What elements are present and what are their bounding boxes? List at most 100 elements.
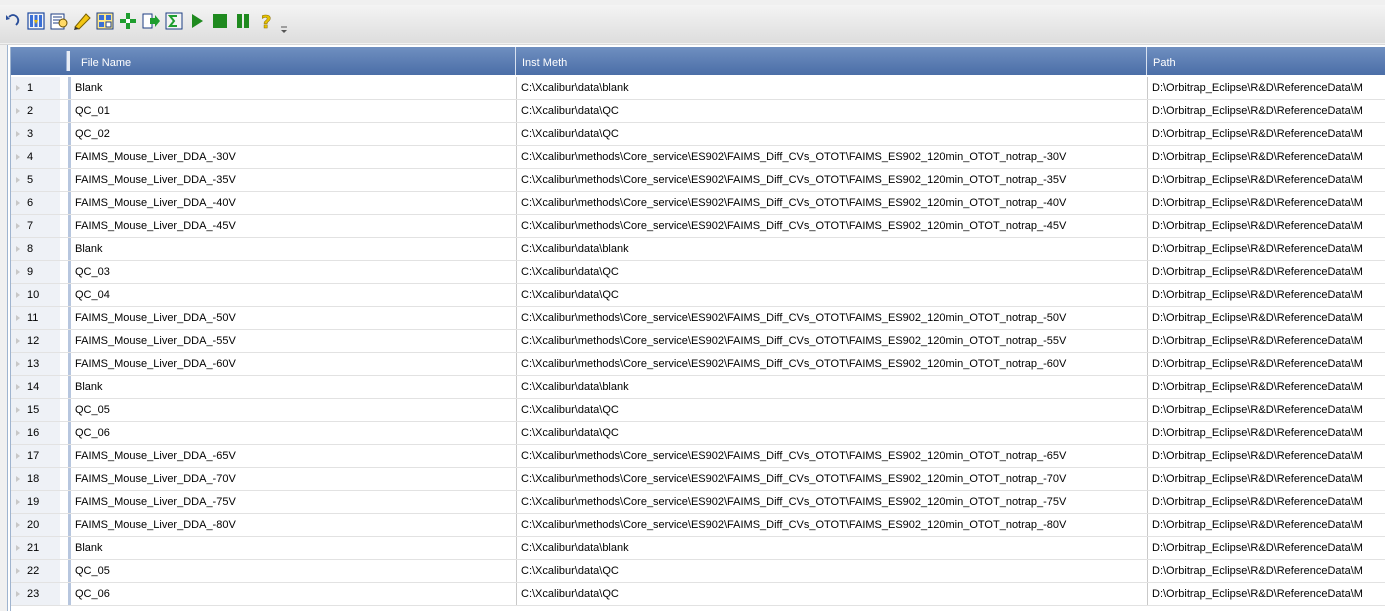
file-name-cell[interactable]: FAIMS_Mouse_Liver_DDA_-65V bbox=[75, 445, 507, 467]
row-number-cell[interactable]: 17 bbox=[11, 445, 61, 467]
inst-meth-cell[interactable]: C:\Xcalibur\data\QC bbox=[516, 422, 1147, 444]
row-number-cell[interactable]: 7 bbox=[11, 215, 61, 237]
table-row[interactable]: 3 QC_02 C:\Xcalibur\data\QC D:\Orbitrap_… bbox=[11, 123, 1385, 146]
file-name-cell[interactable]: FAIMS_Mouse_Liver_DDA_-50V bbox=[75, 307, 507, 329]
inst-meth-cell[interactable]: C:\Xcalibur\methods\Core_service\ES902\F… bbox=[516, 491, 1147, 513]
row-number-cell[interactable]: 20 bbox=[11, 514, 61, 536]
pause-icon[interactable] bbox=[232, 10, 254, 32]
inst-meth-cell[interactable]: C:\Xcalibur\methods\Core_service\ES902\F… bbox=[516, 192, 1147, 214]
undo-icon[interactable] bbox=[2, 10, 24, 32]
inst-meth-cell[interactable]: C:\Xcalibur\methods\Core_service\ES902\F… bbox=[516, 215, 1147, 237]
inst-meth-cell[interactable]: C:\Xcalibur\methods\Core_service\ES902\F… bbox=[516, 330, 1147, 352]
inst-meth-cell[interactable]: C:\Xcalibur\data\QC bbox=[516, 284, 1147, 306]
path-cell[interactable]: D:\Orbitrap_Eclipse\R&D\ReferenceData\M bbox=[1147, 468, 1385, 490]
row-number-cell[interactable]: 13 bbox=[11, 353, 61, 375]
path-cell[interactable]: D:\Orbitrap_Eclipse\R&D\ReferenceData\M bbox=[1147, 284, 1385, 306]
path-cell[interactable]: D:\Orbitrap_Eclipse\R&D\ReferenceData\M bbox=[1147, 215, 1385, 237]
path-cell[interactable]: D:\Orbitrap_Eclipse\R&D\ReferenceData\M bbox=[1147, 491, 1385, 513]
inst-meth-cell[interactable]: C:\Xcalibur\methods\Core_service\ES902\F… bbox=[516, 146, 1147, 168]
table-row[interactable]: 23 QC_06 C:\Xcalibur\data\QC D:\Orbitrap… bbox=[11, 583, 1385, 606]
path-cell[interactable]: D:\Orbitrap_Eclipse\R&D\ReferenceData\M bbox=[1147, 146, 1385, 168]
file-name-cell[interactable]: FAIMS_Mouse_Liver_DDA_-70V bbox=[75, 468, 507, 490]
inst-meth-cell[interactable]: C:\Xcalibur\data\blank bbox=[516, 77, 1147, 99]
table-row[interactable]: 2 QC_01 C:\Xcalibur\data\QC D:\Orbitrap_… bbox=[11, 100, 1385, 123]
file-name-cell[interactable]: QC_01 bbox=[75, 100, 507, 122]
calc-icon[interactable] bbox=[94, 10, 116, 32]
pencil-icon[interactable] bbox=[71, 10, 93, 32]
inst-meth-cell[interactable]: C:\Xcalibur\data\QC bbox=[516, 560, 1147, 582]
table-row[interactable]: 13 FAIMS_Mouse_Liver_DDA_-60V C:\Xcalibu… bbox=[11, 353, 1385, 376]
table-row[interactable]: 19 FAIMS_Mouse_Liver_DDA_-75V C:\Xcalibu… bbox=[11, 491, 1385, 514]
table-row[interactable]: 10 QC_04 C:\Xcalibur\data\QC D:\Orbitrap… bbox=[11, 284, 1385, 307]
add-row-icon[interactable] bbox=[117, 10, 139, 32]
inst-meth-cell[interactable]: C:\Xcalibur\methods\Core_service\ES902\F… bbox=[516, 307, 1147, 329]
file-name-cell[interactable]: FAIMS_Mouse_Liver_DDA_-35V bbox=[75, 169, 507, 191]
row-number-cell[interactable]: 16 bbox=[11, 422, 61, 444]
inst-meth-cell[interactable]: C:\Xcalibur\methods\Core_service\ES902\F… bbox=[516, 468, 1147, 490]
path-cell[interactable]: D:\Orbitrap_Eclipse\R&D\ReferenceData\M bbox=[1147, 100, 1385, 122]
row-number-cell[interactable]: 8 bbox=[11, 238, 61, 260]
file-name-cell[interactable]: FAIMS_Mouse_Liver_DDA_-30V bbox=[75, 146, 507, 168]
table-row[interactable]: 14 Blank C:\Xcalibur\data\blank D:\Orbit… bbox=[11, 376, 1385, 399]
row-number-cell[interactable]: 19 bbox=[11, 491, 61, 513]
path-cell[interactable]: D:\Orbitrap_Eclipse\R&D\ReferenceData\M bbox=[1147, 560, 1385, 582]
file-name-cell[interactable]: QC_06 bbox=[75, 583, 507, 605]
column-header-path[interactable]: Path bbox=[1147, 47, 1385, 75]
path-cell[interactable]: D:\Orbitrap_Eclipse\R&D\ReferenceData\M bbox=[1147, 537, 1385, 559]
file-name-cell[interactable]: QC_05 bbox=[75, 399, 507, 421]
file-name-cell[interactable]: FAIMS_Mouse_Liver_DDA_-60V bbox=[75, 353, 507, 375]
row-number-cell[interactable]: 9 bbox=[11, 261, 61, 283]
help-icon[interactable]: ? bbox=[255, 10, 277, 32]
file-name-cell[interactable]: FAIMS_Mouse_Liver_DDA_-55V bbox=[75, 330, 507, 352]
row-number-cell[interactable]: 5 bbox=[11, 169, 61, 191]
table-row[interactable]: 6 FAIMS_Mouse_Liver_DDA_-40V C:\Xcalibur… bbox=[11, 192, 1385, 215]
inst-meth-cell[interactable]: C:\Xcalibur\data\QC bbox=[516, 100, 1147, 122]
path-cell[interactable]: D:\Orbitrap_Eclipse\R&D\ReferenceData\M bbox=[1147, 583, 1385, 605]
file-name-cell[interactable]: Blank bbox=[75, 77, 507, 99]
table-row[interactable]: 17 FAIMS_Mouse_Liver_DDA_-65V C:\Xcalibu… bbox=[11, 445, 1385, 468]
row-number-cell[interactable]: 15 bbox=[11, 399, 61, 421]
path-cell[interactable]: D:\Orbitrap_Eclipse\R&D\ReferenceData\M bbox=[1147, 307, 1385, 329]
row-number-cell[interactable]: 3 bbox=[11, 123, 61, 145]
play-icon[interactable] bbox=[186, 10, 208, 32]
file-name-cell[interactable]: FAIMS_Mouse_Liver_DDA_-40V bbox=[75, 192, 507, 214]
inst-meth-cell[interactable]: C:\Xcalibur\data\blank bbox=[516, 376, 1147, 398]
table-row[interactable]: 11 FAIMS_Mouse_Liver_DDA_-50V C:\Xcalibu… bbox=[11, 307, 1385, 330]
path-cell[interactable]: D:\Orbitrap_Eclipse\R&D\ReferenceData\M bbox=[1147, 169, 1385, 191]
table-row[interactable]: 12 FAIMS_Mouse_Liver_DDA_-55V C:\Xcalibu… bbox=[11, 330, 1385, 353]
toolbar-overflow-icon[interactable] bbox=[280, 24, 288, 34]
inst-meth-cell[interactable]: C:\Xcalibur\data\QC bbox=[516, 399, 1147, 421]
row-number-cell[interactable]: 23 bbox=[11, 583, 61, 605]
table-row[interactable]: 22 QC_05 C:\Xcalibur\data\QC D:\Orbitrap… bbox=[11, 560, 1385, 583]
row-number-cell[interactable]: 14 bbox=[11, 376, 61, 398]
table-row[interactable]: 5 FAIMS_Mouse_Liver_DDA_-35V C:\Xcalibur… bbox=[11, 169, 1385, 192]
file-name-cell[interactable]: QC_06 bbox=[75, 422, 507, 444]
row-number-cell[interactable]: 18 bbox=[11, 468, 61, 490]
table-row[interactable]: 16 QC_06 C:\Xcalibur\data\QC D:\Orbitrap… bbox=[11, 422, 1385, 445]
header-separator[interactable] bbox=[66, 51, 70, 71]
inst-meth-cell[interactable]: C:\Xcalibur\data\blank bbox=[516, 238, 1147, 260]
inst-meth-cell[interactable]: C:\Xcalibur\data\QC bbox=[516, 261, 1147, 283]
path-cell[interactable]: D:\Orbitrap_Eclipse\R&D\ReferenceData\M bbox=[1147, 353, 1385, 375]
table-row[interactable]: 4 FAIMS_Mouse_Liver_DDA_-30V C:\Xcalibur… bbox=[11, 146, 1385, 169]
columns-icon[interactable] bbox=[25, 10, 47, 32]
path-cell[interactable]: D:\Orbitrap_Eclipse\R&D\ReferenceData\M bbox=[1147, 445, 1385, 467]
path-cell[interactable]: D:\Orbitrap_Eclipse\R&D\ReferenceData\M bbox=[1147, 77, 1385, 99]
table-row[interactable]: 1 Blank C:\Xcalibur\data\blank D:\Orbitr… bbox=[11, 77, 1385, 100]
file-name-cell[interactable]: Blank bbox=[75, 238, 507, 260]
path-cell[interactable]: D:\Orbitrap_Eclipse\R&D\ReferenceData\M bbox=[1147, 330, 1385, 352]
table-row[interactable]: 18 FAIMS_Mouse_Liver_DDA_-70V C:\Xcalibu… bbox=[11, 468, 1385, 491]
file-name-cell[interactable]: QC_03 bbox=[75, 261, 507, 283]
row-number-cell[interactable]: 12 bbox=[11, 330, 61, 352]
inst-meth-cell[interactable]: C:\Xcalibur\methods\Core_service\ES902\F… bbox=[516, 169, 1147, 191]
table-row[interactable]: 8 Blank C:\Xcalibur\data\blank D:\Orbitr… bbox=[11, 238, 1385, 261]
table-row[interactable]: 21 Blank C:\Xcalibur\data\blank D:\Orbit… bbox=[11, 537, 1385, 560]
inst-meth-cell[interactable]: C:\Xcalibur\data\blank bbox=[516, 537, 1147, 559]
inst-meth-cell[interactable]: C:\Xcalibur\data\QC bbox=[516, 123, 1147, 145]
path-cell[interactable]: D:\Orbitrap_Eclipse\R&D\ReferenceData\M bbox=[1147, 399, 1385, 421]
file-name-cell[interactable]: QC_04 bbox=[75, 284, 507, 306]
inst-meth-cell[interactable]: C:\Xcalibur\methods\Core_service\ES902\F… bbox=[516, 445, 1147, 467]
row-number-cell[interactable]: 22 bbox=[11, 560, 61, 582]
row-number-cell[interactable]: 21 bbox=[11, 537, 61, 559]
path-cell[interactable]: D:\Orbitrap_Eclipse\R&D\ReferenceData\M bbox=[1147, 261, 1385, 283]
